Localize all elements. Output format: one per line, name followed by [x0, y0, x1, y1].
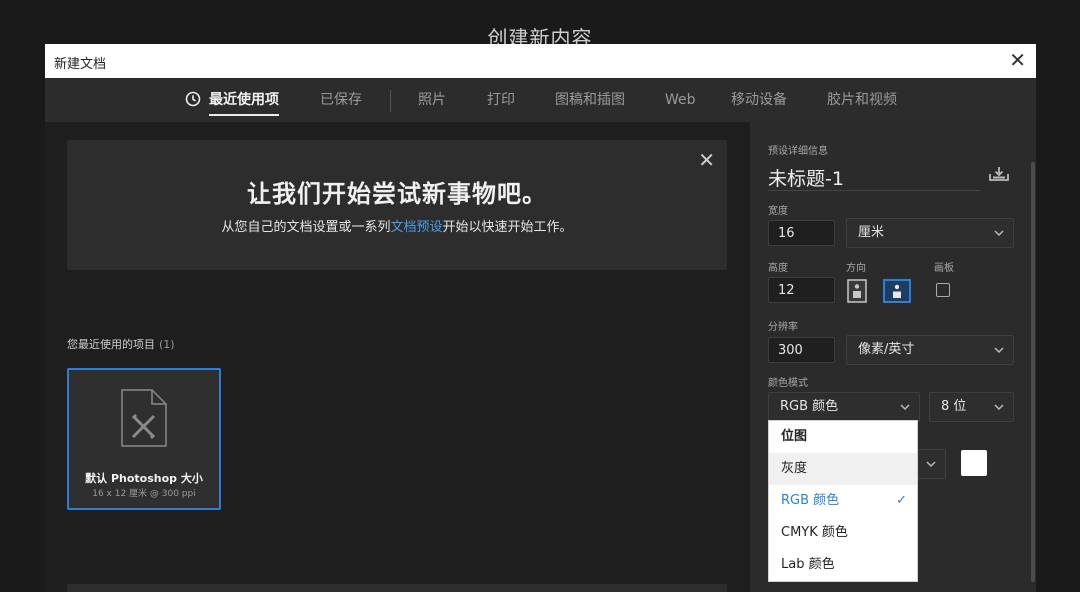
- tab-divider: [390, 90, 391, 112]
- document-icon: [121, 389, 167, 447]
- color-mode-option-cmyk[interactable]: CMYK 颜色: [769, 517, 917, 549]
- panel-scrollbar-thumb[interactable]: [1031, 162, 1035, 582]
- category-tabs: 最近使用项 已保存 照片 打印 图稿和插图 Web 移动设备 胶片和视频: [45, 78, 1036, 122]
- color-mode-option-grayscale[interactable]: 灰度: [769, 453, 917, 485]
- tab-art-illustration[interactable]: 图稿和插图: [555, 78, 625, 122]
- clock-icon: [185, 91, 201, 106]
- artboard-label: 画板: [934, 263, 954, 274]
- tab-saved[interactable]: 已保存: [320, 78, 362, 122]
- save-preset-icon[interactable]: [988, 166, 1010, 182]
- tab-recent-label: 最近使用项: [209, 92, 279, 108]
- recent-item-name: 默认 Photoshop 大小: [85, 472, 203, 485]
- welcome-banner: 让我们开始尝试新事物吧。 从您自己的文档设置或一系列文档预设开始以快速开始工作。…: [67, 140, 727, 270]
- color-mode-option-rgb[interactable]: RGB 颜色 ✓: [769, 485, 917, 517]
- recent-item-card[interactable]: 默认 Photoshop 大小 16 x 12 厘米 @ 300 ppi: [67, 368, 221, 510]
- resolution-label: 分辨率: [768, 322, 798, 333]
- chevron-down-icon: [994, 230, 1004, 237]
- tab-active-underline: [209, 114, 279, 116]
- bottom-section-edge: [67, 584, 727, 592]
- height-input[interactable]: 12: [768, 277, 835, 303]
- recent-items-label: 您最近使用的项目 (1): [67, 336, 175, 352]
- tab-recent[interactable]: 最近使用项: [185, 78, 279, 122]
- width-unit-select[interactable]: 厘米: [846, 218, 1014, 248]
- tab-print[interactable]: 打印: [487, 78, 515, 122]
- bit-depth-value: 8 位: [941, 399, 967, 414]
- tab-film-video[interactable]: 胶片和视频: [827, 78, 897, 122]
- color-mode-select[interactable]: RGB 颜色: [768, 392, 920, 422]
- welcome-title: 让我们开始尝试新事物吧。: [247, 180, 547, 208]
- orientation-label: 方向: [846, 263, 866, 274]
- recent-count: (1): [159, 338, 175, 351]
- recent-item-meta: 16 x 12 厘米 @ 300 ppi: [92, 489, 196, 499]
- color-mode-option-rgb-label: RGB 颜色: [781, 493, 840, 508]
- welcome-subtitle-text: 从您自己的文档设置或一系列: [221, 220, 391, 235]
- width-unit-value: 厘米: [858, 225, 885, 240]
- tab-web[interactable]: Web: [665, 78, 696, 122]
- portrait-orientation-icon[interactable]: [847, 279, 867, 303]
- color-mode-dropdown: 位图 灰度 RGB 颜色 ✓ CMYK 颜色 Lab 颜色: [768, 420, 918, 582]
- height-label: 高度: [768, 263, 788, 274]
- tab-mobile[interactable]: 移动设备: [731, 78, 787, 122]
- width-label: 宽度: [768, 206, 788, 217]
- color-mode-option-lab[interactable]: Lab 颜色: [769, 549, 917, 581]
- checkmark-icon: ✓: [896, 493, 907, 508]
- banner-close-icon[interactable]: ✕: [698, 148, 715, 172]
- landscape-orientation-icon[interactable]: [883, 279, 911, 303]
- bit-depth-select[interactable]: 8 位: [929, 392, 1014, 422]
- color-mode-label: 颜色模式: [768, 378, 808, 389]
- chevron-down-icon: [994, 404, 1004, 411]
- width-input[interactable]: 16: [768, 220, 835, 246]
- document-presets-link[interactable]: 文档预设: [390, 220, 442, 235]
- document-name-field[interactable]: 未标题-1: [768, 164, 844, 191]
- welcome-subtitle: 从您自己的文档设置或一系列文档预设开始以快速开始工作。: [67, 216, 727, 235]
- resolution-unit-select[interactable]: 像素/英寸: [846, 335, 1014, 365]
- recent-label-text: 您最近使用的项目: [67, 338, 155, 351]
- welcome-subtitle-text-end: 开始以快速开始工作。: [442, 220, 573, 235]
- preset-details-label: 预设详细信息: [768, 146, 828, 157]
- dialog-titlebar: 新建文档 ✕: [45, 44, 1036, 78]
- color-mode-option-bitmap[interactable]: 位图: [769, 421, 917, 453]
- left-panel: 让我们开始尝试新事物吧。 从您自己的文档设置或一系列文档预设开始以快速开始工作。…: [45, 122, 750, 592]
- chevron-down-icon: [994, 347, 1004, 354]
- artboard-checkbox[interactable]: [936, 283, 950, 297]
- resolution-input[interactable]: 300: [768, 337, 835, 363]
- background-color-swatch[interactable]: [961, 450, 987, 476]
- resolution-unit-value: 像素/英寸: [858, 342, 915, 357]
- dialog-title: 新建文档: [54, 57, 107, 72]
- chevron-down-icon: [926, 461, 936, 468]
- color-mode-value: RGB 颜色: [780, 399, 839, 414]
- chevron-down-icon: [900, 404, 910, 411]
- dialog-close-icon[interactable]: ✕: [1009, 49, 1026, 71]
- tab-photo[interactable]: 照片: [418, 78, 446, 122]
- document-name-underline: [768, 190, 980, 191]
